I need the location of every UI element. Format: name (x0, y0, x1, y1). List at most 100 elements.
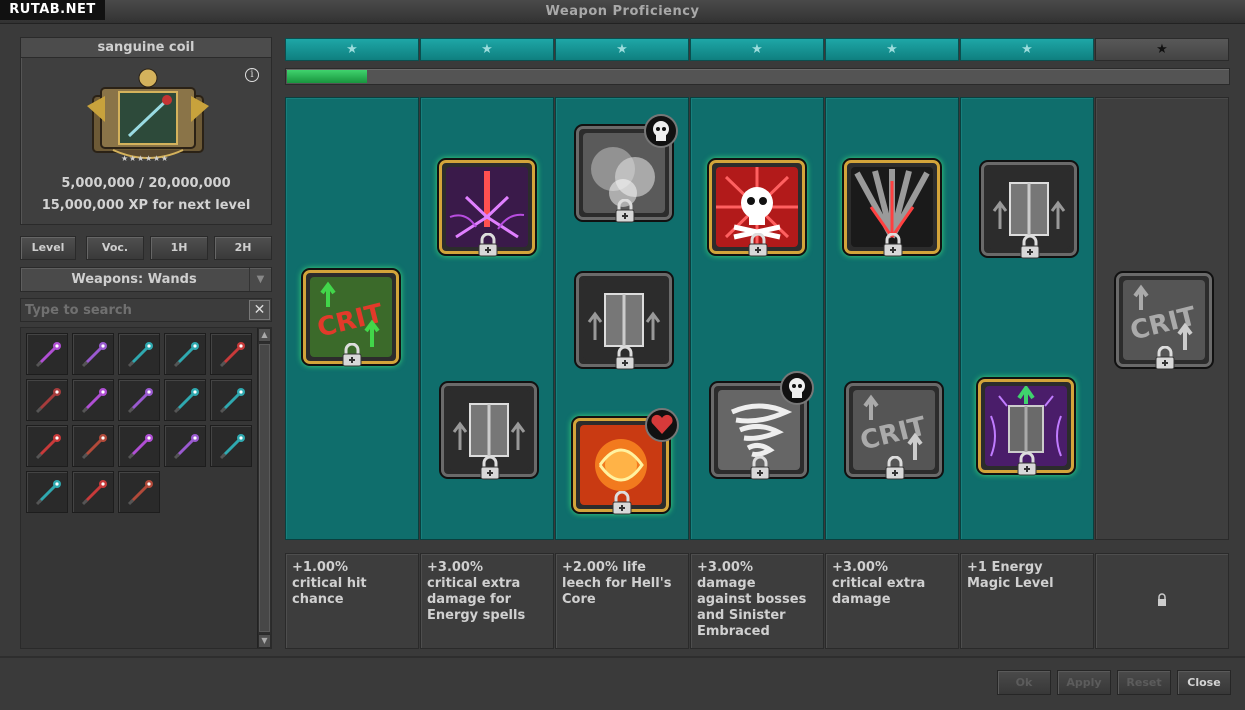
xp-next: 15,000,000 XP for next level (41, 198, 251, 213)
search-box: ✕ (20, 298, 272, 322)
perk-description: +1.00% critical hit chance (285, 553, 419, 649)
proficiency-progress-bar (285, 68, 1230, 85)
lock-icon (612, 491, 632, 515)
wand-icon (35, 434, 61, 460)
wand-icon (173, 388, 199, 414)
scroll-thumb[interactable] (259, 344, 270, 632)
lock-icon (615, 346, 635, 370)
lock-icon (748, 233, 768, 257)
footer-divider (0, 656, 1245, 658)
filter-2h-button[interactable]: 2H (214, 236, 272, 260)
lock-icon (342, 343, 362, 367)
star-level-cell: ★ (555, 38, 689, 61)
wand-icon (219, 434, 245, 460)
perk-energy-magic-level[interactable] (978, 379, 1074, 476)
star-level-cell: ★ (825, 38, 959, 61)
wand-icon (219, 342, 245, 368)
wand-slot[interactable] (210, 425, 252, 467)
ok-button[interactable]: Ok (997, 670, 1051, 695)
wand-icon (173, 434, 199, 460)
wand-slot[interactable] (118, 471, 160, 513)
weapon-type-select[interactable]: Weapons: Wands ▼ (20, 267, 272, 292)
weapon-name: sanguine coil (21, 38, 271, 58)
filter-voc-button[interactable]: Voc. (86, 236, 144, 260)
close-button[interactable]: Close (1177, 670, 1231, 695)
weapon-card: sanguine coil i ★ ★ ★ ★ ★ ★ 5,000,000 / 20,0… (20, 37, 272, 225)
wand-slot[interactable] (72, 425, 114, 467)
wand-slot[interactable] (164, 333, 206, 375)
svg-text:★: ★ (137, 154, 144, 163)
svg-text:★: ★ (153, 154, 160, 163)
heart-badge-icon (645, 408, 679, 442)
wand-icon (35, 342, 61, 368)
perk-description: +1 Energy Magic Level (960, 553, 1094, 649)
lock-icon (1020, 235, 1040, 259)
scroll-up-icon[interactable]: ▲ (258, 328, 271, 342)
lock-icon (1155, 346, 1175, 370)
filter-level-button[interactable]: Level (20, 236, 76, 260)
skull-badge-icon (644, 114, 678, 148)
perk-spellbook-hp[interactable] (441, 383, 537, 480)
proficiency-progress-fill (287, 70, 368, 83)
wand-slot[interactable] (118, 425, 160, 467)
wand-slot[interactable] (210, 379, 252, 421)
wand-slot[interactable] (210, 333, 252, 375)
wand-slot[interactable] (118, 333, 160, 375)
reset-button[interactable]: Reset (1117, 670, 1171, 695)
star-level-cell: ★ (1095, 38, 1229, 61)
perk-description: +2.00% life leech for Hell's Core (555, 553, 689, 649)
lock-icon (478, 233, 498, 257)
wand-slot[interactable] (164, 425, 206, 467)
perk-description: +3.00% critical extra damage for Energy … (420, 553, 554, 649)
apply-button[interactable]: Apply (1057, 670, 1111, 695)
info-icon[interactable]: i (245, 68, 259, 82)
wand-icon (35, 480, 61, 506)
wand-slot[interactable] (72, 471, 114, 513)
lock-icon (885, 456, 905, 480)
svg-text:★: ★ (129, 154, 136, 163)
weapon-emblem-icon: ★ ★ ★ ★ ★ ★ (87, 68, 209, 163)
wand-slot[interactable] (118, 379, 160, 421)
wand-icon (127, 480, 153, 506)
perk-crit-perk-grey[interactable]: CRIT (846, 383, 942, 480)
star-level-cell: ★ (960, 38, 1094, 61)
dropdown-arrow-icon[interactable]: ▼ (249, 268, 271, 291)
wand-icon (127, 388, 153, 414)
filter-1h-button[interactable]: 1H (150, 236, 208, 260)
lock-icon (750, 456, 770, 480)
svg-text:★: ★ (145, 154, 152, 163)
clear-search-icon[interactable]: ✕ (249, 300, 270, 320)
wand-icon (81, 342, 107, 368)
wand-icon (219, 388, 245, 414)
svg-text:★: ★ (161, 154, 168, 163)
xp-progress: 5,000,000 / 20,000,000 (61, 176, 231, 191)
wand-slot[interactable] (26, 333, 68, 375)
wand-slot[interactable] (164, 379, 206, 421)
search-input[interactable] (23, 300, 243, 320)
perk-spellbook-mana[interactable] (576, 273, 672, 370)
skull-badge-icon (780, 371, 814, 405)
perk-crit-locked[interactable]: CRIT (1116, 273, 1212, 370)
wand-slot[interactable] (72, 379, 114, 421)
perk-spellbook-grey[interactable] (981, 162, 1077, 259)
perk-description: +3.00% critical extra damage (825, 553, 959, 649)
perk-energy-crit-damage[interactable] (439, 160, 535, 257)
wand-slot[interactable] (72, 333, 114, 375)
weapon-type-value: Weapons: Wands (71, 272, 197, 287)
wand-slot[interactable] (26, 379, 68, 421)
perk-boss-damage[interactable] (709, 160, 805, 257)
wand-slot[interactable] (26, 471, 68, 513)
perk-crit-chance[interactable]: CRIT (303, 270, 399, 367)
lock-icon (1017, 452, 1037, 476)
star-level-cell: ★ (420, 38, 554, 61)
wand-icon (81, 434, 107, 460)
wand-slot[interactable] (26, 425, 68, 467)
wand-icon (127, 342, 153, 368)
scroll-down-icon[interactable]: ▼ (258, 634, 271, 648)
lock-icon (1158, 593, 1166, 606)
perk-crit-extra-damage[interactable] (844, 160, 940, 257)
wand-icon (81, 480, 107, 506)
scrollbar[interactable]: ▲ ▼ (257, 328, 271, 648)
lock-icon (615, 199, 635, 223)
wand-icon (173, 342, 199, 368)
